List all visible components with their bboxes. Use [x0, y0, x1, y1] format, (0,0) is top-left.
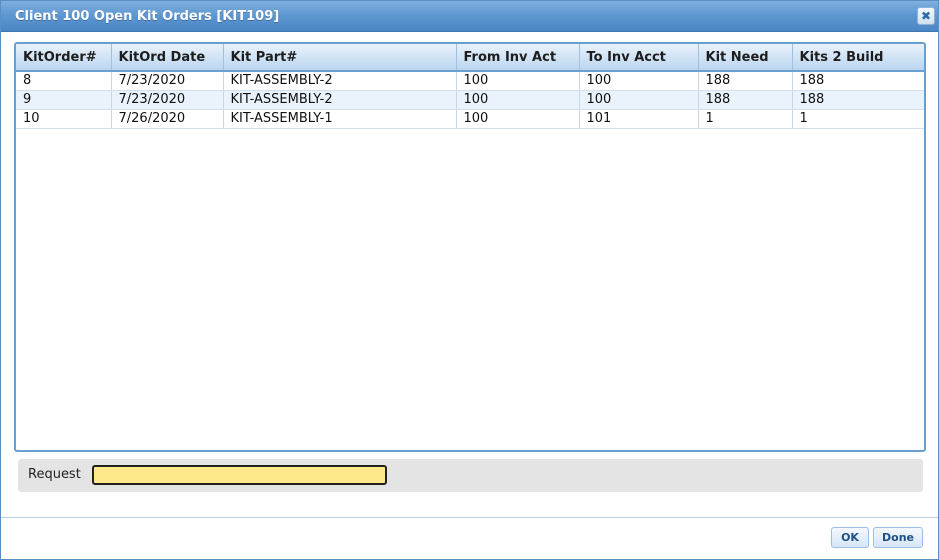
cell-from-inv-act: 100	[456, 90, 580, 110]
table-row[interactable]: 9 7/23/2020 KIT-ASSEMBLY-2 100 100 188 1…	[16, 90, 924, 110]
ok-button[interactable]: OK	[831, 527, 869, 548]
cell-kitord-date: 7/26/2020	[111, 109, 224, 129]
cell-kitorder: 10	[16, 109, 112, 129]
grid-header-row: KitOrder# KitOrd Date Kit Part# From Inv…	[16, 44, 924, 72]
cell-kitord-date: 7/23/2020	[111, 90, 224, 110]
cell-kit-need: 188	[698, 90, 793, 110]
cell-to-inv-acct: 100	[579, 71, 699, 91]
column-header-kit-part[interactable]: Kit Part#	[223, 44, 457, 72]
table-row[interactable]: 10 7/26/2020 KIT-ASSEMBLY-1 100 101 1 1	[16, 109, 924, 129]
column-header-kits-2-build[interactable]: Kits 2 Build	[792, 44, 924, 72]
column-header-to-inv-acct[interactable]: To Inv Acct	[579, 44, 699, 72]
cell-to-inv-acct: 100	[579, 90, 699, 110]
cell-kitorder: 8	[16, 71, 112, 91]
cell-kits-2-build: 188	[792, 71, 924, 91]
close-icon[interactable]: ✖	[917, 7, 935, 25]
cell-from-inv-act: 100	[456, 109, 580, 129]
title-bar[interactable]: Client 100 Open Kit Orders [KIT109] ✖	[1, 1, 938, 32]
request-bar: Request	[18, 459, 923, 492]
cell-kitord-date: 7/23/2020	[111, 71, 224, 91]
column-header-kit-need[interactable]: Kit Need	[698, 44, 793, 72]
cell-kit-part: KIT-ASSEMBLY-1	[223, 109, 457, 129]
request-label: Request	[28, 467, 81, 482]
cell-kit-need: 188	[698, 71, 793, 91]
cell-kits-2-build: 1	[792, 109, 924, 129]
request-input[interactable]	[92, 465, 387, 485]
cell-kits-2-build: 188	[792, 90, 924, 110]
cell-from-inv-act: 100	[456, 71, 580, 91]
dialog-title: Client 100 Open Kit Orders [KIT109]	[15, 9, 280, 24]
cell-kit-part: KIT-ASSEMBLY-2	[223, 90, 457, 110]
kit-orders-dialog: Client 100 Open Kit Orders [KIT109] ✖ Ki…	[0, 0, 939, 560]
table-row[interactable]: 8 7/23/2020 KIT-ASSEMBLY-2 100 100 188 1…	[16, 71, 924, 91]
column-header-kitord-date[interactable]: KitOrd Date	[111, 44, 224, 72]
cell-kitorder: 9	[16, 90, 112, 110]
cell-kit-part: KIT-ASSEMBLY-2	[223, 71, 457, 91]
kit-orders-grid: KitOrder# KitOrd Date Kit Part# From Inv…	[14, 42, 926, 452]
cell-to-inv-acct: 101	[579, 109, 699, 129]
column-header-from-inv-act[interactable]: From Inv Act	[456, 44, 580, 72]
column-header-kitorder[interactable]: KitOrder#	[16, 44, 112, 72]
done-button[interactable]: Done	[873, 527, 923, 548]
footer-divider	[1, 517, 938, 518]
cell-kit-need: 1	[698, 109, 793, 129]
